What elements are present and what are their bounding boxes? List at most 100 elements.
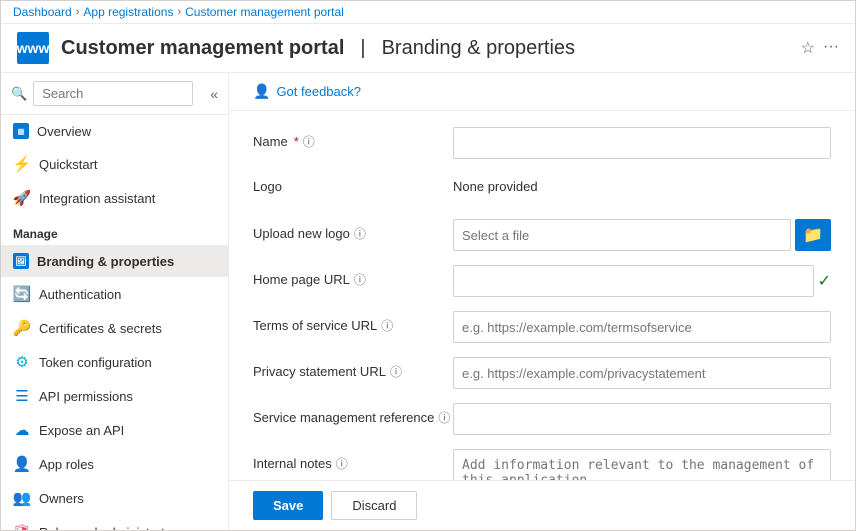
homepage-info-icon[interactable]: ⓘ [354, 271, 366, 288]
internal-notes-label: Internal notes ⓘ [253, 449, 453, 472]
search-input[interactable] [33, 81, 193, 106]
token-icon: ⚙ [13, 353, 31, 371]
sidebar-item-label: Expose an API [39, 423, 124, 438]
collapse-button[interactable]: « [210, 86, 218, 102]
sidebar-item-label: Overview [37, 124, 91, 139]
breadcrumb-app-registrations[interactable]: App registrations [83, 5, 173, 19]
sidebar-item-owners[interactable]: 👥 Owners [1, 481, 228, 515]
sidebar-item-app-roles[interactable]: 👤 App roles [1, 447, 228, 481]
cert-icon: 🔑 [13, 319, 31, 337]
sidebar-item-label: API permissions [39, 389, 133, 404]
breadcrumb-sep2: › [177, 6, 181, 18]
upload-label: Upload new logo ⓘ [253, 219, 453, 242]
search-box: 🔍 « [1, 73, 228, 115]
name-info-icon[interactable]: ⓘ [303, 133, 315, 150]
auth-icon: 🔄 [13, 285, 31, 303]
internal-notes-textarea[interactable] [453, 449, 831, 480]
sidebar-item-label: App roles [39, 457, 94, 472]
logo-label: Logo [253, 173, 453, 194]
name-label: Name * ⓘ [253, 127, 453, 150]
privacy-row: Privacy statement URL ⓘ [253, 357, 831, 389]
sidebar-item-expose-api[interactable]: ☁ Expose an API [1, 413, 228, 447]
sidebar-item-certs[interactable]: 🔑 Certificates & secrets [1, 311, 228, 345]
feedback-icon: 👤 [253, 83, 270, 100]
homepage-row: Home page URL ⓘ http://crm. .com ✓ [253, 265, 831, 297]
integration-icon: 🚀 [13, 189, 31, 207]
logo-static: None provided [453, 173, 831, 194]
upload-button[interactable]: 📁 [795, 219, 831, 251]
more-icon[interactable]: ··· [823, 38, 839, 58]
sidebar-item-label: Roles and administrators [39, 525, 183, 531]
name-row: Name * ⓘ Customer management portal [253, 127, 831, 159]
upload-file-input[interactable] [453, 219, 791, 251]
page-subtitle: Branding & properties [382, 37, 575, 60]
service-mgmt-row: Service management reference ⓘ [253, 403, 831, 435]
tos-control [453, 311, 831, 343]
discard-button[interactable]: Discard [331, 491, 417, 520]
sidebar-item-quickstart[interactable]: ⚡ Quickstart [1, 147, 228, 181]
form-area: Name * ⓘ Customer management portal Logo… [229, 111, 855, 480]
sidebar-item-label: Token configuration [39, 355, 152, 370]
content-header: 👤 Got feedback? [229, 73, 855, 111]
homepage-url-wrap: http://crm. .com ✓ [453, 265, 831, 297]
sidebar-item-integration[interactable]: 🚀 Integration assistant [1, 181, 228, 215]
sidebar-item-token[interactable]: ⚙ Token configuration [1, 345, 228, 379]
quickstart-icon: ⚡ [13, 155, 31, 173]
upload-control: 📁 [453, 219, 831, 251]
breadcrumb-sep1: › [76, 6, 80, 18]
pin-icon[interactable]: ☆ [801, 38, 815, 58]
sidebar-item-label: Branding & properties [37, 254, 174, 269]
page-header: www Customer management portal | Brandin… [1, 24, 855, 73]
url-valid-icon: ✓ [818, 271, 831, 291]
homepage-input[interactable]: http://crm. .com [453, 265, 814, 297]
tos-input[interactable] [453, 311, 831, 343]
sidebar-item-label: Integration assistant [39, 191, 155, 206]
content-area: 👤 Got feedback? Name * ⓘ Customer manage… [229, 73, 855, 530]
sidebar-item-label: Quickstart [39, 157, 98, 172]
branding-icon: 🖼 [13, 253, 29, 269]
page-title: Customer management portal [61, 37, 344, 60]
privacy-info-icon[interactable]: ⓘ [390, 363, 402, 380]
sidebar-item-api-permissions[interactable]: ☰ API permissions [1, 379, 228, 413]
privacy-input[interactable] [453, 357, 831, 389]
sidebar-item-label: Certificates & secrets [39, 321, 162, 336]
save-button[interactable]: Save [253, 491, 323, 520]
approles-icon: 👤 [13, 455, 31, 473]
header-divider: | [360, 37, 365, 60]
owners-icon: 👥 [13, 489, 31, 507]
breadcrumb-current: Customer management portal [185, 5, 344, 19]
tos-label: Terms of service URL ⓘ [253, 311, 453, 334]
main-layout: 🔍 « ▦ Overview ⚡ Quickstart 🚀 Integratio… [1, 73, 855, 530]
upload-info-icon[interactable]: ⓘ [354, 225, 366, 242]
homepage-control: http://crm. .com ✓ [453, 265, 831, 297]
sidebar-item-roles-admin[interactable]: 🛡 Roles and administrators [1, 515, 228, 530]
sidebar-item-authentication[interactable]: 🔄 Authentication [1, 277, 228, 311]
sidebar-item-overview[interactable]: ▦ Overview [1, 115, 228, 147]
manage-section-label: Manage [1, 215, 228, 245]
tos-row: Terms of service URL ⓘ [253, 311, 831, 343]
sidebar-item-label: Owners [39, 491, 84, 506]
expose-icon: ☁ [13, 421, 31, 439]
breadcrumb-dashboard[interactable]: Dashboard [13, 5, 72, 19]
app-icon: www [17, 32, 49, 64]
sidebar: 🔍 « ▦ Overview ⚡ Quickstart 🚀 Integratio… [1, 73, 229, 530]
name-input[interactable]: Customer management portal [453, 127, 831, 159]
overview-icon: ▦ [13, 123, 29, 139]
privacy-control [453, 357, 831, 389]
form-footer: Save Discard [229, 480, 855, 530]
feedback-link[interactable]: Got feedback? [276, 84, 361, 99]
service-mgmt-input[interactable] [453, 403, 831, 435]
internal-notes-info-icon[interactable]: ⓘ [336, 455, 348, 472]
internal-notes-row: Internal notes ⓘ [253, 449, 831, 480]
privacy-label: Privacy statement URL ⓘ [253, 357, 453, 380]
api-icon: ☰ [13, 387, 31, 405]
roles-icon: 🛡 [13, 523, 31, 530]
service-mgmt-info-icon[interactable]: ⓘ [438, 409, 450, 426]
sidebar-item-branding[interactable]: 🖼 Branding & properties [1, 245, 228, 277]
name-required: * [294, 134, 299, 149]
tos-info-icon[interactable]: ⓘ [381, 317, 393, 334]
sidebar-item-label: Authentication [39, 287, 121, 302]
service-mgmt-label: Service management reference ⓘ [253, 403, 453, 426]
logo-value: None provided [453, 173, 831, 194]
header-actions: ☆ ··· [801, 38, 839, 58]
